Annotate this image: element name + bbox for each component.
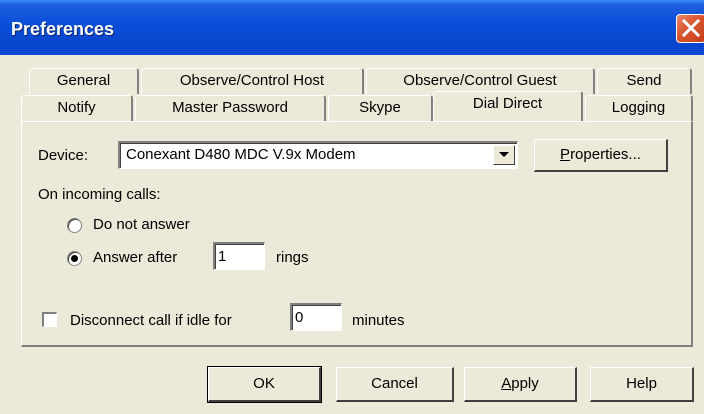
close-icon (681, 18, 701, 38)
device-label: Device: (38, 147, 89, 164)
tab-observe-control-host[interactable]: Observe/Control Host (141, 68, 364, 94)
chevron-down-icon (499, 152, 509, 157)
apply-button[interactable]: Apply (464, 367, 577, 402)
answer-after-label[interactable]: Answer after (93, 249, 177, 266)
radio-selected-dot (71, 255, 78, 262)
tab-skype[interactable]: Skype (328, 95, 433, 121)
tab-logging[interactable]: Logging (585, 95, 693, 121)
rings-label: rings (276, 249, 309, 266)
properties-button[interactable]: Properties... (534, 139, 668, 172)
minutes-label: minutes (352, 312, 405, 329)
device-select[interactable]: Conexant D480 MDC V.9x Modem (118, 141, 518, 169)
tab-dial-direct[interactable]: Dial Direct (433, 91, 583, 121)
rings-input[interactable] (213, 242, 265, 270)
tab-notify[interactable]: Notify (21, 95, 133, 121)
device-select-value: Conexant D480 MDC V.9x Modem (126, 146, 356, 163)
disconnect-idle-checkbox[interactable] (42, 312, 57, 327)
title-bar: Preferences (0, 0, 704, 55)
do-not-answer-radio[interactable] (67, 218, 82, 233)
dropdown-button[interactable] (493, 145, 515, 165)
idle-minutes-input[interactable] (290, 303, 342, 331)
ok-button[interactable]: OK (207, 366, 322, 403)
help-button[interactable]: Help (590, 367, 694, 402)
answer-after-radio[interactable] (67, 251, 82, 266)
close-button[interactable] (676, 14, 704, 43)
cancel-button[interactable]: Cancel (336, 367, 454, 402)
incoming-calls-label: On incoming calls: (38, 186, 161, 203)
window-title: Preferences (11, 19, 115, 39)
tab-general[interactable]: General (29, 68, 139, 94)
tab-send[interactable]: Send (597, 68, 692, 94)
tab-master-password[interactable]: Master Password (135, 95, 326, 121)
do-not-answer-label[interactable]: Do not answer (93, 216, 190, 233)
disconnect-idle-label[interactable]: Disconnect call if idle for (70, 312, 232, 329)
